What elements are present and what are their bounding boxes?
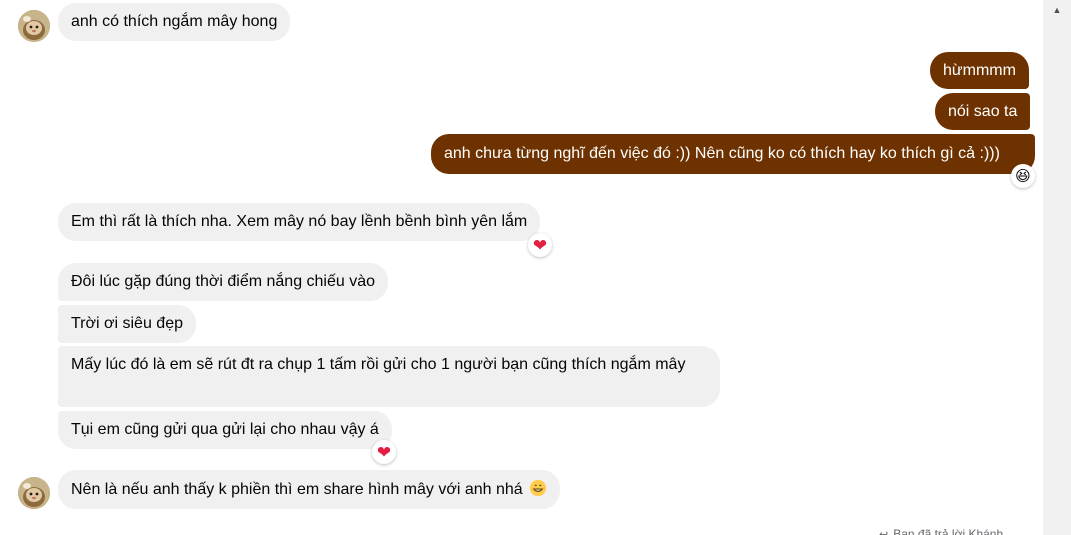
scroll-up-arrow-icon[interactable]: ▲ (1043, 0, 1071, 20)
message-bubble-incoming[interactable]: Trời ơi siêu đẹp (58, 305, 196, 343)
message-bubble-incoming[interactable]: Đôi lúc gặp đúng thời điểm nắng chiếu và… (58, 263, 389, 301)
message-bubble-outgoing[interactable]: anh chưa từng nghĩ đến việc đó :)) Nên c… (431, 134, 1035, 174)
message-bubble-incoming[interactable]: Nên là nếu anh thấy k phiền thì em share… (58, 470, 561, 509)
heart-reaction-icon[interactable]: ❤ (372, 440, 396, 464)
grinning-face-icon (530, 479, 547, 497)
message-bubble-incoming[interactable]: Mấy lúc đó là em sẽ rút đt ra chụp 1 tấm… (58, 346, 720, 407)
chat-thread: anh có thích ngắm mây hong hừmmmm nói sa… (0, 0, 1071, 535)
reply-arrow-icon: ↩ (879, 529, 889, 535)
message-bubble-incoming[interactable]: Em thì rất là thích nha. Xem mây nó bay … (58, 203, 541, 241)
reply-indicator-text: Bạn đã trả lời Khánh (893, 527, 1004, 535)
message-bubble-incoming[interactable]: Tụi em cũng gửi qua gửi lại cho nhau vậy… (58, 411, 392, 449)
heart-reaction-icon[interactable]: ❤ (528, 233, 552, 257)
message-bubble-incoming[interactable]: anh có thích ngắm mây hong (58, 3, 291, 41)
contact-avatar[interactable] (18, 10, 50, 42)
contact-avatar[interactable] (18, 477, 50, 509)
laugh-reaction-icon[interactable]: 😆 (1011, 164, 1035, 188)
scrollbar[interactable]: ▲ (1043, 0, 1071, 535)
reply-indicator: ↩ Bạn đã trả lời Khánh (879, 527, 1003, 535)
message-bubble-outgoing[interactable]: nói sao ta (935, 93, 1031, 130)
message-bubble-outgoing[interactable]: hừmmmm (930, 52, 1029, 89)
message-text: Nên là nếu anh thấy k phiền thì em share… (71, 481, 523, 498)
